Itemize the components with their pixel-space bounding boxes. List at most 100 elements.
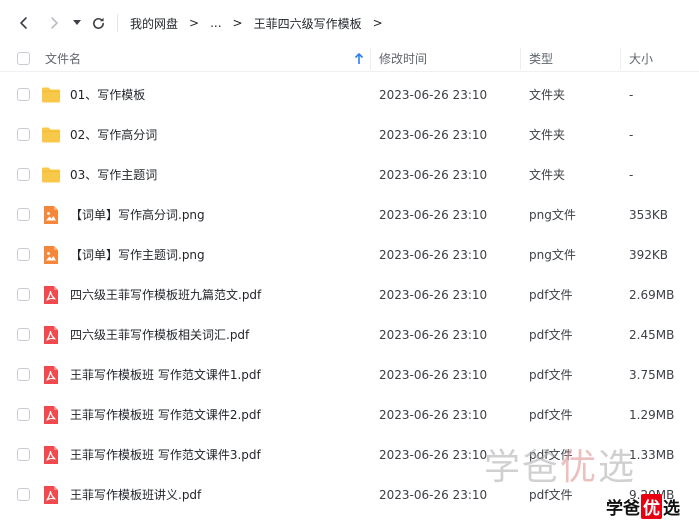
row-checkbox[interactable] xyxy=(17,208,30,221)
logo-text-highlight: 优 xyxy=(641,493,662,519)
file-type: 文件夹 xyxy=(529,128,566,142)
file-row[interactable]: 02、写作高分词 2023-06-26 23:10 文件夹 - xyxy=(0,115,699,155)
file-size: - xyxy=(629,168,634,182)
file-type: 文件夹 xyxy=(529,88,566,102)
file-row[interactable]: 03、写作主题词 2023-06-26 23:10 文件夹 - xyxy=(0,155,699,195)
file-name[interactable]: 03、写作主题词 xyxy=(70,155,157,195)
column-divider[interactable] xyxy=(620,48,621,70)
file-row[interactable]: 四六级王菲写作模板相关词汇.pdf 2023-06-26 23:10 pdf文件… xyxy=(0,315,699,355)
file-name[interactable]: 四六级王菲写作模板班九篇范文.pdf xyxy=(70,275,261,315)
breadcrumb-separator: > xyxy=(372,16,383,30)
row-checkbox[interactable] xyxy=(17,488,30,501)
pdf-file-icon xyxy=(44,446,58,464)
column-header-size[interactable]: 大小 xyxy=(629,46,653,72)
brand-logo: 学爸优选 xyxy=(606,493,680,519)
file-modified-time: 2023-06-26 23:10 xyxy=(379,408,488,422)
file-modified-time: 2023-06-26 23:10 xyxy=(379,368,488,382)
row-checkbox[interactable] xyxy=(17,288,30,301)
file-name[interactable]: 【词单】写作主题词.png xyxy=(70,235,205,275)
file-name[interactable]: 01、写作模板 xyxy=(70,75,145,115)
row-checkbox[interactable] xyxy=(17,408,30,421)
file-row[interactable]: 王菲写作模板班 写作范文课件1.pdf 2023-06-26 23:10 pdf… xyxy=(0,355,699,395)
file-type: pdf文件 xyxy=(529,288,573,302)
file-name[interactable]: 王菲写作模板班 写作范文课件3.pdf xyxy=(70,435,261,475)
file-name[interactable]: 四六级王菲写作模板相关词汇.pdf xyxy=(70,315,249,355)
row-checkbox[interactable] xyxy=(17,448,30,461)
history-dropdown-button[interactable] xyxy=(67,12,87,34)
file-size: 353KB xyxy=(629,208,669,222)
pdf-file-icon xyxy=(44,326,58,344)
file-name[interactable]: 02、写作高分词 xyxy=(70,115,157,155)
logo-text: 选 xyxy=(663,498,680,519)
file-row[interactable]: 王菲写作模板班 写作范文课件2.pdf 2023-06-26 23:10 pdf… xyxy=(0,395,699,435)
logo-text: 学爸 xyxy=(606,498,640,519)
file-size: - xyxy=(629,88,634,102)
file-modified-time: 2023-06-26 23:10 xyxy=(379,488,488,502)
back-button[interactable] xyxy=(13,12,35,34)
pdf-file-icon xyxy=(44,366,58,384)
row-checkbox[interactable] xyxy=(17,248,30,261)
pdf-file-icon xyxy=(44,486,58,504)
breadcrumb: 我的网盘 > ... > 王菲四六级写作模板 > xyxy=(130,0,394,46)
file-modified-time: 2023-06-26 23:10 xyxy=(379,328,488,342)
breadcrumb-current[interactable]: 王菲四六级写作模板 xyxy=(254,15,362,32)
file-type: png文件 xyxy=(529,208,576,222)
column-header-name[interactable]: 文件名 xyxy=(45,46,370,72)
file-modified-time: 2023-06-26 23:10 xyxy=(379,88,488,102)
folder-icon xyxy=(42,87,60,103)
file-row[interactable]: 01、写作模板 2023-06-26 23:10 文件夹 - xyxy=(0,75,699,115)
column-header-name-label: 文件名 xyxy=(45,52,82,66)
file-type: pdf文件 xyxy=(529,408,573,422)
file-size: 392KB xyxy=(629,248,669,262)
watermark-char: 学 xyxy=(484,447,523,488)
folder-icon xyxy=(42,167,60,183)
row-checkbox[interactable] xyxy=(17,328,30,341)
caret-down-icon xyxy=(73,20,81,25)
file-row[interactable]: 【词单】写作主题词.png 2023-06-26 23:10 png文件 392… xyxy=(0,235,699,275)
file-type: 文件夹 xyxy=(529,168,566,182)
file-row[interactable]: 四六级王菲写作模板班九篇范文.pdf 2023-06-26 23:10 pdf文… xyxy=(0,275,699,315)
file-row[interactable]: 【词单】写作高分词.png 2023-06-26 23:10 png文件 353… xyxy=(0,195,699,235)
file-size: 3.75MB xyxy=(629,368,675,382)
file-modified-time: 2023-06-26 23:10 xyxy=(379,128,488,142)
row-checkbox[interactable] xyxy=(17,88,30,101)
row-checkbox[interactable] xyxy=(17,168,30,181)
breadcrumb-separator: > xyxy=(189,16,200,30)
file-modified-time: 2023-06-26 23:10 xyxy=(379,288,488,302)
column-header-type[interactable]: 类型 xyxy=(529,46,553,72)
refresh-icon xyxy=(92,17,104,29)
file-modified-time: 2023-06-26 23:10 xyxy=(379,448,488,462)
file-name[interactable]: 【词单】写作高分词.png xyxy=(70,195,205,235)
folder-icon xyxy=(42,127,60,143)
column-divider[interactable] xyxy=(370,48,371,70)
breadcrumb-root[interactable]: 我的网盘 xyxy=(130,15,178,32)
file-size: 1.29MB xyxy=(629,408,675,422)
select-all-checkbox[interactable] xyxy=(17,52,30,65)
file-type: pdf文件 xyxy=(529,368,573,382)
file-size: 2.69MB xyxy=(629,288,675,302)
watermark-char: 选 xyxy=(598,447,637,488)
column-header-modified[interactable]: 修改时间 xyxy=(379,46,427,72)
breadcrumb-separator: > xyxy=(232,16,243,30)
watermark-char: 爸 xyxy=(522,447,561,488)
refresh-button[interactable] xyxy=(87,12,109,34)
watermark: 学爸优选 xyxy=(484,438,636,490)
watermark-char: 优 xyxy=(560,447,599,488)
breadcrumb-ellipsis[interactable]: ... xyxy=(210,16,221,30)
row-checkbox[interactable] xyxy=(17,368,30,381)
file-name[interactable]: 王菲写作模板班讲义.pdf xyxy=(70,475,201,515)
file-list-header: 文件名 修改时间 类型 大小 xyxy=(0,46,699,72)
file-modified-time: 2023-06-26 23:10 xyxy=(379,168,488,182)
chevron-left-icon xyxy=(20,17,27,29)
row-checkbox[interactable] xyxy=(17,128,30,141)
image-file-icon xyxy=(44,206,58,224)
navigation-toolbar: 我的网盘 > ... > 王菲四六级写作模板 > xyxy=(0,0,699,46)
column-divider[interactable] xyxy=(520,48,521,70)
pdf-file-icon xyxy=(44,286,58,304)
chevron-right-icon xyxy=(51,17,58,29)
file-modified-time: 2023-06-26 23:10 xyxy=(379,248,488,262)
file-name[interactable]: 王菲写作模板班 写作范文课件2.pdf xyxy=(70,395,261,435)
pdf-file-icon xyxy=(44,406,58,424)
forward-button[interactable] xyxy=(43,12,65,34)
file-name[interactable]: 王菲写作模板班 写作范文课件1.pdf xyxy=(70,355,261,395)
